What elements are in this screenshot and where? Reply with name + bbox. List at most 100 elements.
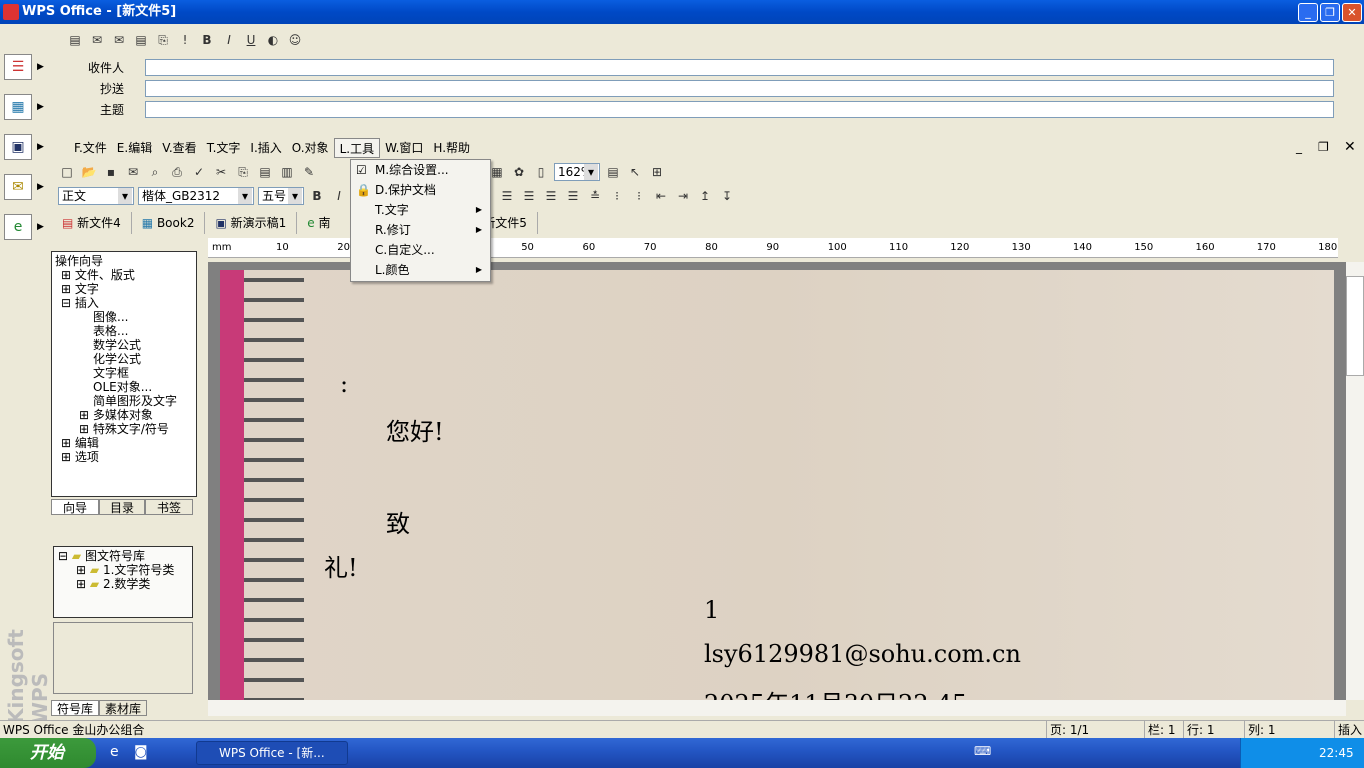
indent-icon[interactable]: ⇥: [674, 187, 692, 205]
tree-item[interactable]: ⊟ ▰ 图文符号库: [58, 549, 188, 563]
open-icon[interactable]: 📂: [80, 163, 98, 181]
preview-icon[interactable]: ⌕: [146, 163, 164, 181]
tree-item[interactable]: 化学公式: [55, 352, 193, 366]
priority-icon[interactable]: !: [176, 31, 194, 49]
style-select[interactable]: 正文: [58, 187, 134, 205]
color-icon[interactable]: ◐: [264, 31, 282, 49]
tree-item[interactable]: ⊞ ▰ 1.文字符号类: [58, 563, 188, 577]
expand-icon[interactable]: ⊞: [79, 408, 93, 422]
spacing-up-icon[interactable]: ↥: [696, 187, 714, 205]
vertical-scrollbar[interactable]: [1346, 262, 1364, 700]
menu-object[interactable]: O.对象: [287, 138, 334, 158]
tree-item[interactable]: ⊞ ▰ 2.数学类: [58, 577, 188, 591]
expand-icon[interactable]: ⊞: [61, 282, 75, 296]
tree-item[interactable]: 图像...: [55, 310, 193, 324]
mail-icon[interactable]: ✉: [88, 31, 106, 49]
spreadsheet-icon[interactable]: ▦: [4, 94, 32, 120]
paste-icon[interactable]: ▤: [256, 163, 274, 181]
bold-icon[interactable]: B: [198, 31, 216, 49]
menu-file[interactable]: F.文件: [52, 138, 112, 158]
underline-icon[interactable]: U: [242, 31, 260, 49]
tab-toc[interactable]: 目录: [99, 499, 145, 515]
attach-icon[interactable]: ⎘: [154, 31, 172, 49]
cut-icon[interactable]: ✂: [212, 163, 230, 181]
menu-item[interactable]: 🔒 D.保护文档: [351, 180, 490, 200]
close-button[interactable]: ✕: [1342, 3, 1362, 22]
zoom-select[interactable]: 162%: [554, 163, 600, 181]
tree-item[interactable]: 数学公式: [55, 338, 193, 352]
keyboard-icon[interactable]: ⌨: [974, 744, 991, 758]
arrow-icon[interactable]: ▶: [37, 142, 44, 152]
tree-item[interactable]: ⊟ 插入: [55, 296, 193, 310]
properties-icon[interactable]: ▤: [604, 163, 622, 181]
align-right-icon[interactable]: ☰: [542, 187, 560, 205]
distribute-icon[interactable]: ≛: [586, 187, 604, 205]
start-button[interactable]: 开始: [0, 738, 96, 768]
menu-text[interactable]: T.文字: [202, 138, 246, 158]
maximize-button[interactable]: ❐: [1320, 3, 1340, 22]
align-center-icon[interactable]: ☰: [520, 187, 538, 205]
size-select[interactable]: 五号: [258, 187, 304, 205]
tree-item[interactable]: ⊞ 多媒体对象: [55, 408, 193, 422]
align-left-icon[interactable]: ☰: [498, 187, 516, 205]
tab-doc4[interactable]: ▤ 新文件4: [52, 212, 132, 234]
tab-presentation1[interactable]: ▣ 新演示稿1: [205, 212, 298, 234]
emoji-icon[interactable]: ☺: [286, 31, 304, 49]
menu-item[interactable]: R.修订 ▶: [351, 220, 490, 240]
tree-item[interactable]: ⊞ 文件、版式: [55, 268, 193, 282]
tab-bookmarks[interactable]: 书签: [145, 499, 193, 515]
expand-icon[interactable]: ⊟: [61, 296, 75, 310]
frame-icon[interactable]: ▯: [532, 163, 550, 181]
menu-item[interactable]: ☑ M.综合设置...: [351, 160, 490, 180]
arrow-icon[interactable]: ▶: [37, 62, 44, 72]
menu-item[interactable]: C.自定义...: [351, 240, 490, 260]
tree-item[interactable]: 文字框: [55, 366, 193, 380]
arrow-icon[interactable]: ▶: [37, 102, 44, 112]
desktop-icon[interactable]: ◙: [134, 744, 148, 760]
mail-icon[interactable]: ✉: [4, 174, 32, 200]
copy-icon[interactable]: ⎘: [234, 163, 252, 181]
font-select[interactable]: 楷体_GB2312: [138, 187, 254, 205]
spell-icon[interactable]: ✓: [190, 163, 208, 181]
ie-icon[interactable]: e: [110, 744, 119, 760]
pointer-icon[interactable]: ↖: [626, 163, 644, 181]
italic-icon[interactable]: I: [220, 31, 238, 49]
tab-wizard[interactable]: 向导: [51, 499, 99, 515]
menu-help[interactable]: H.帮助: [428, 138, 475, 158]
tree-item[interactable]: 表格...: [55, 324, 193, 338]
send-icon[interactable]: ▤: [66, 31, 84, 49]
doc-close-button[interactable]: ✕: [1344, 139, 1356, 155]
paste-special-icon[interactable]: ▥: [278, 163, 296, 181]
arrow-icon[interactable]: ▶: [37, 182, 44, 192]
tree-item[interactable]: ⊞ 特殊文字/符号: [55, 422, 193, 436]
outdent-icon[interactable]: ⇤: [652, 187, 670, 205]
tab-book2[interactable]: ▦ Book2: [132, 212, 206, 234]
tab-symbols[interactable]: 符号库: [51, 700, 99, 716]
doc-restore-button[interactable]: ❐: [1318, 140, 1329, 154]
doc-minimize-button[interactable]: _: [1296, 140, 1302, 154]
tree-item[interactable]: ⊞ 选项: [55, 450, 193, 464]
tree-item[interactable]: 简单图形及文字: [55, 394, 193, 408]
expand-icon[interactable]: ⊞: [61, 450, 75, 464]
presentation-icon[interactable]: ▣: [4, 134, 32, 160]
menu-view[interactable]: V.查看: [157, 138, 201, 158]
menu-item[interactable]: L.颜色 ▶: [351, 260, 490, 280]
menu-window[interactable]: W.窗口: [380, 138, 428, 158]
print-icon[interactable]: ⎙: [168, 163, 186, 181]
tree-item[interactable]: OLE对象...: [55, 380, 193, 394]
menu-edit[interactable]: E.编辑: [112, 138, 157, 158]
mail-icon[interactable]: ✉: [124, 163, 142, 181]
to-field[interactable]: [145, 59, 1334, 76]
bullets-icon[interactable]: ⁝: [608, 187, 626, 205]
tree-item[interactable]: ⊞ 编辑: [55, 436, 193, 450]
spacing-down-icon[interactable]: ↧: [718, 187, 736, 205]
expand-icon[interactable]: ⊞: [79, 422, 93, 436]
save-icon[interactable]: ▪: [102, 163, 120, 181]
menu-tools[interactable]: L.工具: [333, 138, 381, 158]
menu-item[interactable]: T.文字 ▶: [351, 200, 490, 220]
minimize-button[interactable]: _: [1298, 3, 1318, 22]
italic-icon[interactable]: I: [330, 187, 348, 205]
cc-field[interactable]: [145, 80, 1334, 97]
scroll-thumb[interactable]: [1346, 276, 1364, 376]
browser-icon[interactable]: e: [4, 214, 32, 240]
